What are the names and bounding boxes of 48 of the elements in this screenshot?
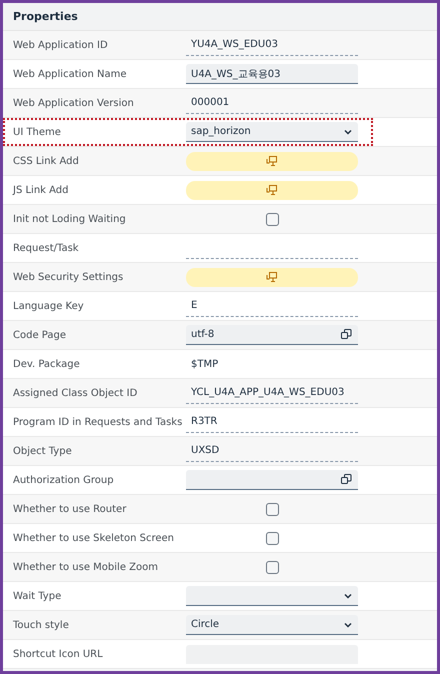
- field-label: Object Type: [12, 446, 73, 456]
- field-label: Web Security Settings: [12, 272, 124, 282]
- field-label: Program ID in Requests and Tasks: [12, 416, 184, 428]
- checkbox[interactable]: [266, 212, 278, 226]
- field-label: Whether to use Router: [12, 504, 128, 514]
- monitor-icon: [266, 184, 278, 196]
- monitor-icon: [266, 155, 278, 167]
- field-label: CSS Link Add: [12, 156, 80, 166]
- field-label: Request/Task: [12, 242, 80, 254]
- panel-title: Properties: [13, 10, 78, 23]
- checkbox[interactable]: [266, 502, 278, 516]
- chevron-down-icon: [344, 128, 352, 134]
- value-field: E: [186, 296, 358, 316]
- checkbox[interactable]: [266, 532, 278, 544]
- select-field[interactable]: Circle: [186, 615, 358, 635]
- checkbox[interactable]: [266, 560, 278, 574]
- field-label: UI Theme: [12, 126, 62, 138]
- field-label: Code Page: [12, 330, 67, 340]
- field-label: Whether to use Skeleton Screen: [12, 532, 175, 544]
- field-label: Whether to use Mobile Zoom: [12, 562, 159, 572]
- value-field: YCL_U4A_APP_U4A_WS_EDU03: [186, 382, 358, 404]
- field-label: Init not Loding Waiting: [12, 214, 127, 224]
- field-label: Dev. Package: [12, 358, 81, 370]
- value-field: R3TR: [186, 412, 358, 432]
- field-label: JS Link Add: [12, 184, 70, 196]
- value-text: $TMP: [190, 358, 220, 370]
- value-field: 000001: [186, 92, 358, 114]
- value-help-icon: [341, 474, 352, 485]
- field-label: Web Application ID: [12, 40, 109, 50]
- value-field: YU4A_WS_EDU03: [186, 34, 358, 56]
- field-label: Touch style: [12, 620, 70, 630]
- field-label: Web Application Name: [12, 68, 128, 80]
- chevron-down-icon: [344, 622, 352, 628]
- input-field[interactable]: [186, 470, 358, 490]
- value-field: UXSD: [186, 440, 358, 462]
- field-label: Authorization Group: [12, 474, 115, 486]
- field-label: Wait Type: [12, 590, 62, 602]
- field-label: Assigned Class Object ID: [12, 388, 138, 398]
- field-label: Language Key: [12, 300, 85, 312]
- field-label: Shortcut Icon URL: [12, 648, 104, 660]
- input-field[interactable]: U4A_WS_교육용03: [186, 64, 358, 84]
- value-help-icon: [341, 329, 352, 340]
- select-field[interactable]: sap_horizon: [186, 122, 358, 142]
- chevron-down-icon: [344, 592, 352, 598]
- monitor-icon: [266, 271, 278, 283]
- select-field[interactable]: [186, 586, 358, 606]
- input-field[interactable]: utf-8: [186, 325, 358, 345]
- field-label: Web Application Version: [12, 98, 135, 108]
